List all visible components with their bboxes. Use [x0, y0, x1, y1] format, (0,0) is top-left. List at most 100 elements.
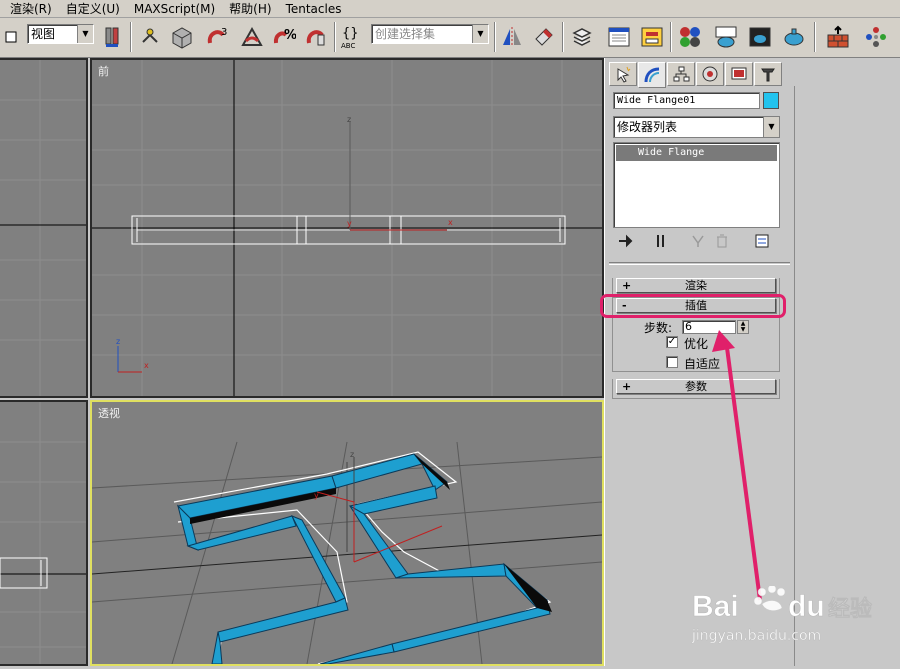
modify-tab-icon[interactable]	[638, 62, 666, 88]
watermark-url: jingyan.baidu.com	[691, 628, 821, 644]
show-end-result-icon[interactable]	[653, 232, 671, 250]
quick-render-icon[interactable]	[782, 24, 806, 50]
optimize-label: 优化	[684, 337, 709, 351]
named-selection-placeholder: 创建选择集	[375, 27, 436, 41]
menu-maxscript[interactable]: MAXScript(M)	[127, 0, 222, 18]
svg-text:z: z	[347, 115, 351, 124]
chevron-down-icon: ▼	[77, 25, 93, 43]
render-setup-icon[interactable]	[714, 24, 738, 50]
motion-tab-icon[interactable]	[696, 62, 724, 86]
menu-customize[interactable]: 自定义(U)	[59, 0, 127, 18]
main-toolbar: 视图 ▼ 3 % {} ABC 创建选择集 ▼	[0, 18, 900, 58]
svg-text:ABC: ABC	[341, 42, 355, 50]
svg-text:x: x	[144, 361, 149, 370]
display-tab-icon[interactable]	[725, 62, 753, 86]
toolbar-separator	[494, 22, 496, 52]
steps-spinner-icon[interactable]: ▲ ▼	[737, 320, 749, 334]
toolbar-separator	[814, 22, 816, 52]
command-panel-tabs	[609, 62, 783, 88]
align-icon[interactable]	[532, 24, 556, 50]
rollout-render[interactable]: + 渲染	[616, 278, 776, 293]
rollout-parameters-label: 参数	[685, 380, 707, 393]
svg-text:y: y	[314, 491, 319, 500]
svg-text:y: y	[347, 219, 352, 228]
menu-render[interactable]: 渲染(R)	[0, 0, 59, 18]
perspective-view-canvas: y z	[92, 441, 602, 664]
viewport-bottom-left[interactable]	[0, 400, 88, 666]
pivot-center-icon[interactable]	[100, 24, 124, 50]
menu-help[interactable]: 帮助(H)	[222, 0, 278, 18]
rollout-parameters[interactable]: + 参数	[616, 379, 776, 394]
modifier-stack[interactable]: Wide Flange	[613, 142, 780, 228]
reference-coord-select[interactable]: 视图 ▼	[27, 24, 94, 44]
utilities-tab-icon[interactable]	[754, 62, 782, 86]
watermark-brand: Bai	[692, 590, 739, 623]
panel-divider	[609, 262, 791, 265]
viewport-top-left[interactable]	[0, 58, 88, 398]
steps-input[interactable]: 6	[682, 320, 736, 334]
stack-item-wide-flange[interactable]: Wide Flange	[616, 145, 777, 161]
chevron-down-icon: ▼	[472, 25, 488, 43]
angle-snap-icon[interactable]	[240, 24, 264, 50]
snap-toggle-icon[interactable]: 3	[205, 24, 229, 50]
layer-manager-icon[interactable]	[570, 24, 594, 50]
track-view-icon[interactable]	[607, 24, 631, 50]
toolbar-separator	[334, 22, 336, 52]
optimize-checkbox[interactable]: ✓	[666, 336, 678, 348]
brick-export-icon[interactable]	[826, 24, 850, 50]
svg-text:z: z	[350, 450, 354, 459]
rollout-render-sign: +	[622, 279, 632, 292]
toolbar-separator	[562, 22, 564, 52]
menu-bar: 渲染(R) 自定义(U) MAXScript(M) 帮助(H) Tentacle…	[0, 0, 900, 18]
modifier-list-dropdown[interactable]: 修改器列表 ▼	[613, 116, 780, 138]
rendered-frame-icon[interactable]	[748, 24, 772, 50]
steps-label: 步数:	[644, 321, 673, 335]
manipulate-icon[interactable]	[138, 24, 162, 50]
schematic-view-icon[interactable]	[640, 24, 664, 50]
hierarchy-tab-icon[interactable]	[667, 62, 695, 86]
spinner-snap-icon[interactable]	[304, 24, 328, 50]
make-unique-icon[interactable]	[689, 232, 707, 250]
watermark-brand-du: du	[788, 590, 825, 623]
mirror-icon[interactable]	[500, 24, 524, 50]
front-view-canvas: z y x z x	[92, 60, 602, 396]
rollout-parameters-sign: +	[622, 380, 632, 393]
baidu-jingyan-watermark: Bai du 经验 jingyan.baidu.com	[690, 584, 900, 666]
toolbar-separator	[670, 22, 672, 52]
object-name-field[interactable]: Wide Flange01	[613, 92, 760, 109]
svg-text:x: x	[448, 218, 453, 227]
svg-text:%: %	[284, 28, 296, 43]
svg-text:{}: {}	[342, 26, 359, 41]
keyboard-shortcut-icon[interactable]	[170, 24, 194, 50]
pin-stack-icon[interactable]	[617, 232, 635, 250]
viewport-front-label[interactable]: 前	[98, 63, 109, 79]
annotation-highlight-box	[600, 294, 786, 318]
object-color-swatch[interactable]	[763, 92, 779, 109]
viewport-perspective[interactable]: y z 透视	[90, 400, 604, 666]
create-tab-icon[interactable]	[609, 62, 637, 86]
edit-named-selection-icon[interactable]: {} ABC	[340, 24, 364, 50]
rollout-render-label: 渲染	[685, 279, 707, 292]
select-region-icon[interactable]	[2, 24, 20, 50]
named-selection-select[interactable]: 创建选择集 ▼	[371, 24, 489, 44]
remove-modifier-icon[interactable]	[713, 232, 731, 250]
material-editor-icon[interactable]	[678, 24, 702, 50]
right-panel-strip	[790, 58, 900, 666]
svg-text:z: z	[116, 337, 120, 346]
configure-sets-icon[interactable]	[753, 232, 771, 250]
watermark-cn: 经验	[828, 596, 872, 622]
wide-flange-profile	[176, 453, 551, 664]
adaptive-checkbox[interactable]	[666, 356, 678, 368]
particle-icon[interactable]	[864, 24, 888, 50]
adaptive-label: 自适应	[684, 357, 721, 371]
viewport-front[interactable]: z y x z x 前	[90, 58, 604, 398]
reference-coord-value: 视图	[31, 27, 56, 41]
percent-snap-icon[interactable]: %	[272, 24, 296, 50]
right-panel-divider	[794, 86, 900, 666]
toolbar-separator	[130, 22, 132, 52]
viewport-perspective-label[interactable]: 透视	[98, 405, 120, 421]
chevron-down-icon: ▼	[763, 117, 779, 137]
modifier-list-label: 修改器列表	[617, 120, 678, 134]
stack-toolbar	[613, 230, 780, 252]
menu-tentacles[interactable]: Tentacles	[279, 0, 349, 18]
